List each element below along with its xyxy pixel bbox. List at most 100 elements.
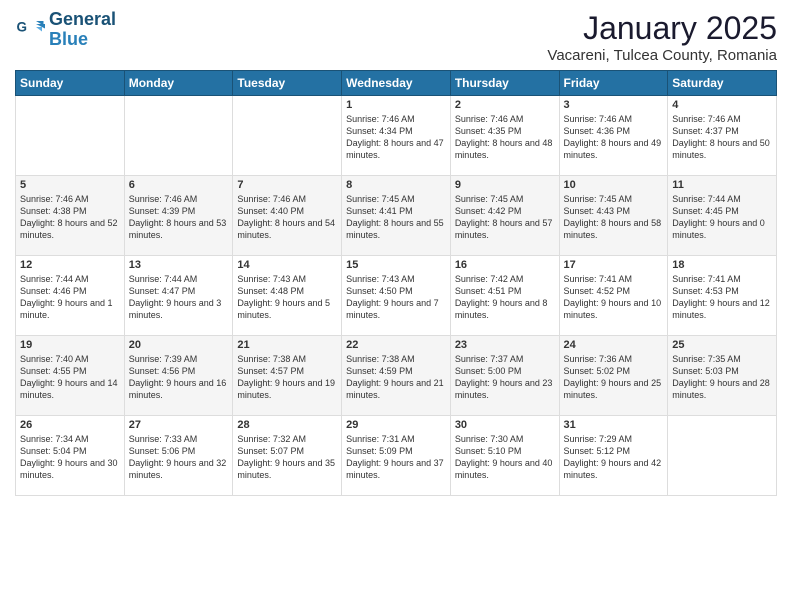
cell-sun-info: Sunrise: 7:46 AM Sunset: 4:38 PM Dayligh…	[20, 193, 120, 242]
logo-text: General Blue	[49, 10, 116, 50]
date-number: 8	[346, 179, 446, 191]
date-number: 22	[346, 339, 446, 351]
cell-sun-info: Sunrise: 7:46 AM Sunset: 4:36 PM Dayligh…	[564, 113, 664, 162]
weekday-header-cell: Friday	[559, 71, 668, 96]
cell-sun-info: Sunrise: 7:35 AM Sunset: 5:03 PM Dayligh…	[672, 353, 772, 402]
date-number: 11	[672, 179, 772, 191]
date-number: 7	[237, 179, 337, 191]
date-number: 3	[564, 99, 664, 111]
date-number: 5	[20, 179, 120, 191]
header: G General Blue January 2025 Vacareni, Tu…	[15, 10, 777, 64]
calendar-cell: 18 Sunrise: 7:41 AM Sunset: 4:53 PM Dayli…	[668, 256, 777, 336]
weekday-header-cell: Saturday	[668, 71, 777, 96]
date-number: 27	[129, 419, 229, 431]
calendar-cell	[233, 96, 342, 176]
calendar-cell: 10 Sunrise: 7:45 AM Sunset: 4:43 PM Dayli…	[559, 176, 668, 256]
calendar-cell: 1Sunrise: 7:46 AM Sunset: 4:34 PM Daylig…	[342, 96, 451, 176]
cell-sun-info: Sunrise: 7:29 AM Sunset: 5:12 PM Dayligh…	[564, 433, 664, 482]
date-number: 18	[672, 259, 772, 271]
location-subtitle: Vacareni, Tulcea County, Romania	[547, 47, 777, 64]
date-number: 26	[20, 419, 120, 431]
date-number: 6	[129, 179, 229, 191]
calendar-week-row: 5 Sunrise: 7:46 AM Sunset: 4:38 PM Daylig…	[16, 176, 777, 256]
date-number: 10	[564, 179, 664, 191]
cell-sun-info: Sunrise: 7:31 AM Sunset: 5:09 PM Dayligh…	[346, 433, 446, 482]
cell-sun-info: Sunrise: 7:37 AM Sunset: 5:00 PM Dayligh…	[455, 353, 555, 402]
calendar-cell: 6Sunrise: 7:46 AM Sunset: 4:39 PM Daylig…	[124, 176, 233, 256]
calendar-cell: 22Sunrise: 7:38 AM Sunset: 4:59 PM Dayli…	[342, 336, 451, 416]
cell-sun-info: Sunrise: 7:43 AM Sunset: 4:50 PM Dayligh…	[346, 273, 446, 322]
date-number: 28	[237, 419, 337, 431]
cell-sun-info: Sunrise: 7:45 AM Sunset: 4:42 PM Dayligh…	[455, 193, 555, 242]
date-number: 20	[129, 339, 229, 351]
calendar-week-row: 1Sunrise: 7:46 AM Sunset: 4:34 PM Daylig…	[16, 96, 777, 176]
calendar-cell: 25 Sunrise: 7:35 AM Sunset: 5:03 PM Dayli…	[668, 336, 777, 416]
calendar-cell: 11 Sunrise: 7:44 AM Sunset: 4:45 PM Dayli…	[668, 176, 777, 256]
weekday-header-cell: Sunday	[16, 71, 125, 96]
month-title: January 2025	[547, 10, 777, 47]
date-number: 21	[237, 339, 337, 351]
date-number: 15	[346, 259, 446, 271]
calendar-body: 1Sunrise: 7:46 AM Sunset: 4:34 PM Daylig…	[16, 96, 777, 496]
date-number: 12	[20, 259, 120, 271]
date-number: 16	[455, 259, 555, 271]
title-block: January 2025 Vacareni, Tulcea County, Ro…	[547, 10, 777, 64]
calendar-table: SundayMondayTuesdayWednesdayThursdayFrid…	[15, 70, 777, 496]
logo-icon: G	[15, 15, 45, 45]
calendar-cell: 16 Sunrise: 7:42 AM Sunset: 4:51 PM Dayli…	[450, 256, 559, 336]
cell-sun-info: Sunrise: 7:44 AM Sunset: 4:45 PM Dayligh…	[672, 193, 772, 242]
weekday-header-cell: Monday	[124, 71, 233, 96]
calendar-cell: 15 Sunrise: 7:43 AM Sunset: 4:50 PM Dayli…	[342, 256, 451, 336]
calendar-cell	[124, 96, 233, 176]
calendar-cell	[16, 96, 125, 176]
cell-sun-info: Sunrise: 7:45 AM Sunset: 4:41 PM Dayligh…	[346, 193, 446, 242]
weekday-header-row: SundayMondayTuesdayWednesdayThursdayFrid…	[16, 71, 777, 96]
cell-sun-info: Sunrise: 7:38 AM Sunset: 4:57 PM Dayligh…	[237, 353, 337, 402]
calendar-cell: 26Sunrise: 7:34 AM Sunset: 5:04 PM Dayli…	[16, 416, 125, 496]
calendar-cell: 17Sunrise: 7:41 AM Sunset: 4:52 PM Dayli…	[559, 256, 668, 336]
date-number: 13	[129, 259, 229, 271]
calendar-cell: 12Sunrise: 7:44 AM Sunset: 4:46 PM Dayli…	[16, 256, 125, 336]
weekday-header-cell: Thursday	[450, 71, 559, 96]
calendar-cell: 8 Sunrise: 7:45 AM Sunset: 4:41 PM Daylig…	[342, 176, 451, 256]
date-number: 29	[346, 419, 446, 431]
calendar-week-row: 26Sunrise: 7:34 AM Sunset: 5:04 PM Dayli…	[16, 416, 777, 496]
date-number: 25	[672, 339, 772, 351]
calendar-cell: 31Sunrise: 7:29 AM Sunset: 5:12 PM Dayli…	[559, 416, 668, 496]
cell-sun-info: Sunrise: 7:43 AM Sunset: 4:48 PM Dayligh…	[237, 273, 337, 322]
calendar-cell: 24 Sunrise: 7:36 AM Sunset: 5:02 PM Dayli…	[559, 336, 668, 416]
date-number: 19	[20, 339, 120, 351]
calendar-cell: 5 Sunrise: 7:46 AM Sunset: 4:38 PM Daylig…	[16, 176, 125, 256]
calendar-week-row: 12Sunrise: 7:44 AM Sunset: 4:46 PM Dayli…	[16, 256, 777, 336]
calendar-week-row: 19 Sunrise: 7:40 AM Sunset: 4:55 PM Dayli…	[16, 336, 777, 416]
date-number: 14	[237, 259, 337, 271]
cell-sun-info: Sunrise: 7:44 AM Sunset: 4:47 PM Dayligh…	[129, 273, 229, 322]
cell-sun-info: Sunrise: 7:40 AM Sunset: 4:55 PM Dayligh…	[20, 353, 120, 402]
calendar-cell: 9Sunrise: 7:45 AM Sunset: 4:42 PM Daylig…	[450, 176, 559, 256]
cell-sun-info: Sunrise: 7:41 AM Sunset: 4:53 PM Dayligh…	[672, 273, 772, 322]
calendar-cell: 30Sunrise: 7:30 AM Sunset: 5:10 PM Dayli…	[450, 416, 559, 496]
calendar-cell: 14 Sunrise: 7:43 AM Sunset: 4:48 PM Dayli…	[233, 256, 342, 336]
cell-sun-info: Sunrise: 7:42 AM Sunset: 4:51 PM Dayligh…	[455, 273, 555, 322]
cell-sun-info: Sunrise: 7:45 AM Sunset: 4:43 PM Dayligh…	[564, 193, 664, 242]
date-number: 1	[346, 99, 446, 111]
date-number: 4	[672, 99, 772, 111]
cell-sun-info: Sunrise: 7:36 AM Sunset: 5:02 PM Dayligh…	[564, 353, 664, 402]
cell-sun-info: Sunrise: 7:41 AM Sunset: 4:52 PM Dayligh…	[564, 273, 664, 322]
date-number: 24	[564, 339, 664, 351]
calendar-cell: 19 Sunrise: 7:40 AM Sunset: 4:55 PM Dayli…	[16, 336, 125, 416]
cell-sun-info: Sunrise: 7:33 AM Sunset: 5:06 PM Dayligh…	[129, 433, 229, 482]
calendar-cell: 23Sunrise: 7:37 AM Sunset: 5:00 PM Dayli…	[450, 336, 559, 416]
calendar-cell: 4Sunrise: 7:46 AM Sunset: 4:37 PM Daylig…	[668, 96, 777, 176]
cell-sun-info: Sunrise: 7:32 AM Sunset: 5:07 PM Dayligh…	[237, 433, 337, 482]
date-number: 2	[455, 99, 555, 111]
logo: G General Blue	[15, 10, 116, 50]
weekday-header-cell: Tuesday	[233, 71, 342, 96]
calendar-cell: 2Sunrise: 7:46 AM Sunset: 4:35 PM Daylig…	[450, 96, 559, 176]
date-number: 30	[455, 419, 555, 431]
calendar-cell: 7 Sunrise: 7:46 AM Sunset: 4:40 PM Daylig…	[233, 176, 342, 256]
calendar-cell	[668, 416, 777, 496]
calendar-cell: 21 Sunrise: 7:38 AM Sunset: 4:57 PM Dayli…	[233, 336, 342, 416]
calendar-cell: 29 Sunrise: 7:31 AM Sunset: 5:09 PM Dayli…	[342, 416, 451, 496]
cell-sun-info: Sunrise: 7:46 AM Sunset: 4:40 PM Dayligh…	[237, 193, 337, 242]
